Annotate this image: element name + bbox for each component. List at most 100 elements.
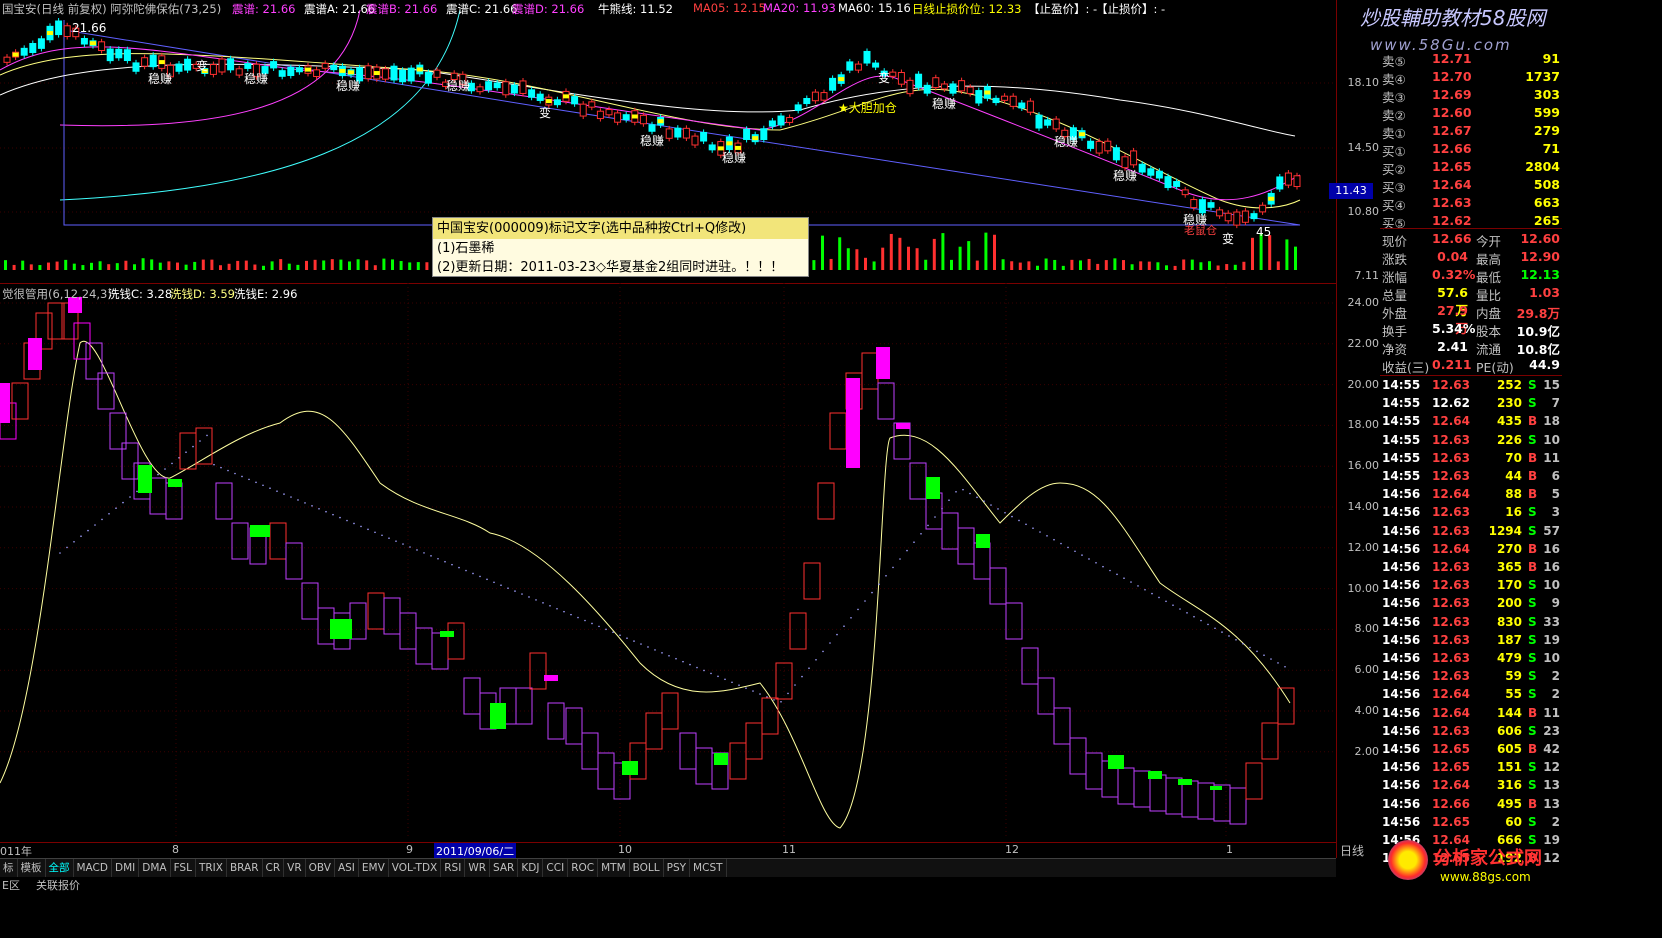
signal-dot [1137, 585, 1139, 587]
signal-dot [416, 549, 418, 551]
indicator-box [803, 562, 821, 600]
tab-rsi[interactable]: RSI [441, 859, 466, 877]
tick-time: 14:56 [1382, 778, 1421, 793]
tab-mcst[interactable]: MCST [690, 859, 727, 877]
tab-emv[interactable]: EMV [359, 859, 389, 877]
chart-annotation: 变 [196, 58, 208, 73]
signal-marker [545, 99, 552, 104]
candle [209, 64, 217, 75]
signal-dot [1214, 627, 1216, 630]
tooltip-title: 中国宝安(000009)标记文字(选中品种按Ctrl+Q修改) [433, 218, 808, 239]
signal-dot [1179, 608, 1181, 610]
indicator-box [165, 482, 183, 520]
stat-value: 0.04 [1437, 249, 1468, 264]
tab-obv[interactable]: OBV [306, 859, 335, 877]
tab-wr[interactable]: WR [465, 859, 490, 877]
tab-dma[interactable]: DMA [139, 859, 171, 877]
order-price: 12.69 [1432, 87, 1472, 102]
candle [1250, 213, 1258, 220]
volume-bar [1182, 259, 1186, 270]
chart-annotation: 稳赚 [1113, 168, 1137, 183]
signal-dot [493, 581, 495, 584]
watermark-bottom-text: 分析家公式网 [1434, 848, 1542, 869]
signal-dot [696, 666, 698, 669]
stats-row: 涨跌 0.04 最高 12.90 [1380, 248, 1562, 267]
signal-dot [1228, 635, 1230, 637]
signal-dot [1256, 650, 1258, 653]
indicator-box [85, 342, 103, 380]
signal-dot [87, 529, 89, 532]
tab-brar[interactable]: BRAR [227, 859, 263, 877]
tick-count: 19 [1543, 632, 1560, 647]
volume-bar [133, 264, 136, 270]
tab-cci[interactable]: CCI [543, 859, 569, 877]
signal-dot [626, 637, 628, 639]
tick-volume: 365 [1496, 560, 1522, 574]
tick-count: 15 [1543, 378, 1560, 392]
tab-macd[interactable]: MACD [74, 859, 112, 877]
tick-side: B [1528, 742, 1538, 756]
order-price: 12.71 [1432, 51, 1472, 66]
stat-value: 12.90 [1520, 249, 1560, 264]
tab-标[interactable]: 标 [0, 859, 18, 877]
tab-sar[interactable]: SAR [490, 859, 519, 877]
status-item-area[interactable]: E区 [2, 877, 20, 893]
tab-全部[interactable]: 全部 [46, 859, 74, 877]
signal-dot [619, 634, 621, 636]
tick-row: 14:56 12.63 365 B 16 [1380, 559, 1562, 577]
stat-label: PE(动) [1476, 360, 1514, 375]
tick-row: 14:55 12.62 230 S 7 [1380, 395, 1562, 413]
tab-vol-tdx[interactable]: VOL-TDX [389, 859, 442, 877]
volume-bar [1070, 259, 1074, 270]
indicator-bar [1108, 755, 1124, 769]
candle [184, 58, 192, 71]
indicator-tabs: 标模板 全部 MACD DMI DMA FSL TRIX BRAR CR VR OBV ASI EMV V… [0, 858, 1336, 877]
volume-bar [889, 233, 893, 270]
tab-vr[interactable]: VR [284, 859, 306, 877]
stats-table: 现价 12.66 今开 12.60 涨跌 0.04 最高 12.90 涨幅 0.32% 最低 12.1… [1380, 230, 1562, 380]
indicator-box [973, 542, 991, 580]
tab-psy[interactable]: PSY [664, 859, 691, 877]
tick-time: 14:56 [1382, 687, 1421, 702]
tick-time: 14:55 [1382, 396, 1421, 411]
tick-row: 14:56 12.63 606 S 23 [1380, 723, 1562, 741]
candle [1147, 168, 1155, 176]
tab-boll[interactable]: BOLL [630, 859, 664, 877]
tick-time: 14:56 [1382, 814, 1421, 829]
signal-dot [206, 434, 208, 437]
indicator-box [597, 752, 615, 790]
signal-dot [59, 552, 61, 554]
period-label[interactable]: 日线 [1340, 842, 1380, 858]
volume-bar [881, 247, 885, 270]
tick-volume: 200 [1496, 596, 1522, 611]
axis-label: 16.00 [1347, 459, 1380, 473]
volume-bar [12, 264, 16, 270]
tab-dmi[interactable]: DMI [112, 859, 140, 877]
indicator-chart[interactable] [0, 283, 1336, 839]
tab-fsl[interactable]: FSL [171, 859, 196, 877]
candle [270, 61, 278, 69]
indicator-box [1053, 707, 1071, 745]
signal-marker [158, 60, 165, 65]
tab-模板[interactable]: 模板 [18, 859, 46, 877]
tab-kdj[interactable]: KDJ [518, 859, 544, 877]
tick-volume: 495 [1496, 796, 1522, 811]
signal-dot [437, 557, 439, 560]
signal-marker [838, 77, 845, 82]
tab-mtm[interactable]: MTM [598, 859, 630, 877]
signal-dot [1130, 581, 1132, 583]
status-item-linked-quote[interactable]: 关联报价 [36, 877, 80, 893]
order-volume: 303 [1533, 87, 1560, 102]
candle [1052, 118, 1060, 130]
tab-cr[interactable]: CR [263, 859, 285, 877]
indicator-value: MA05: 12.15 [693, 1, 766, 15]
tab-asi[interactable]: ASI [335, 859, 359, 877]
chart-annotation: 稳赚 [932, 96, 956, 111]
volume-bar [348, 261, 351, 270]
candle [1293, 175, 1301, 188]
tab-trix[interactable]: TRIX [196, 859, 227, 877]
tick-time: 14:55 [1382, 432, 1421, 447]
tab-roc[interactable]: ROC [568, 859, 599, 877]
signal-dot [290, 496, 292, 498]
volume-bar [98, 261, 102, 270]
